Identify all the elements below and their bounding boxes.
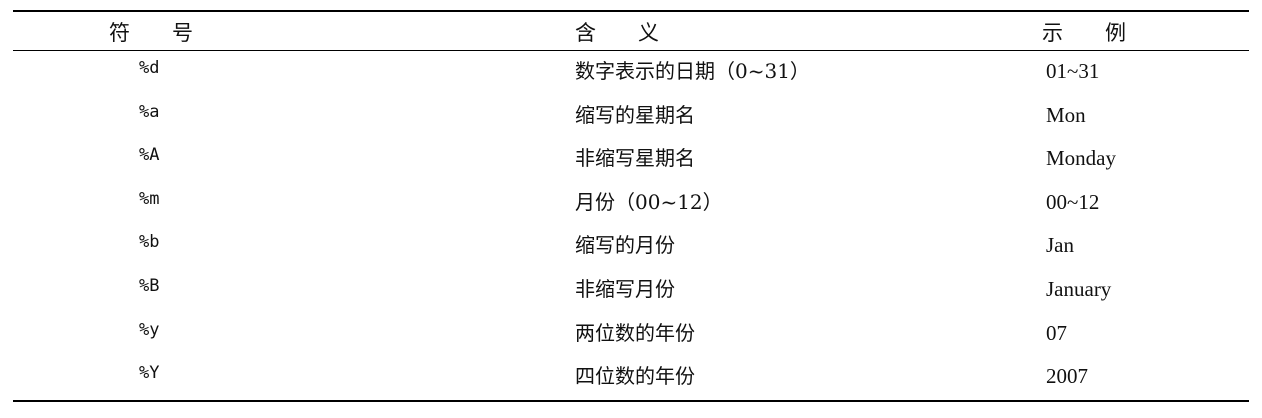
table-bottom-rule <box>13 399 1249 402</box>
table-row: %Y 四位数的年份 2007 <box>13 356 1249 400</box>
header-symbol: 符 号 <box>109 21 193 45</box>
cell-symbol: %b <box>139 232 160 253</box>
table-row: %a 缩写的星期名 Mon <box>13 95 1249 139</box>
cell-meaning: 数字表示的日期（0~31） <box>575 59 810 83</box>
table-row: %m 月份（00~12） 00~12 <box>13 182 1249 226</box>
header-example: 示 例 <box>1042 21 1126 45</box>
table-row: %B 非缩写月份 January <box>13 269 1249 313</box>
cell-meaning: 缩写的月份 <box>575 233 675 258</box>
date-format-table: 符 号 含 义 示 例 %d 数字表示的日期（0~31） 01~31 %a 缩写… <box>13 10 1249 402</box>
cell-example: 01~31 <box>1046 59 1100 83</box>
cell-meaning: 月份（00~12） <box>575 189 723 214</box>
cell-meaning: 非缩写星期名 <box>575 146 695 171</box>
cell-example: 07 <box>1046 320 1067 345</box>
table-row: %y 两位数的年份 07 <box>13 313 1249 357</box>
table-body: %d 数字表示的日期（0~31） 01~31 %a 缩写的星期名 Mon %A … <box>13 51 1249 400</box>
table-row: %A 非缩写星期名 Monday <box>13 138 1249 182</box>
cell-meaning: 非缩写月份 <box>575 276 675 301</box>
cell-example: Mon <box>1046 102 1086 127</box>
cell-symbol: %A <box>139 145 160 166</box>
cell-symbol: %m <box>139 188 160 209</box>
cell-symbol: %y <box>139 319 160 340</box>
header-meaning: 含 义 <box>575 21 659 45</box>
cell-meaning: 四位数的年份 <box>575 364 695 389</box>
cell-example: January <box>1046 276 1112 301</box>
cell-example: 2007 <box>1046 364 1088 389</box>
table-row: %b 缩写的月份 Jan <box>13 225 1249 269</box>
cell-example: 00~12 <box>1046 189 1100 214</box>
table-header-row: 符 号 含 义 示 例 <box>13 12 1249 50</box>
cell-meaning: 两位数的年份 <box>575 320 695 345</box>
cell-symbol: %Y <box>139 363 160 384</box>
cell-symbol: %B <box>139 275 160 296</box>
cell-example: Monday <box>1046 146 1116 171</box>
cell-symbol: %d <box>139 58 160 78</box>
table-row: %d 数字表示的日期（0~31） 01~31 <box>13 51 1249 95</box>
cell-symbol: %a <box>139 101 160 122</box>
cell-example: Jan <box>1046 233 1074 258</box>
cell-meaning: 缩写的星期名 <box>575 102 695 127</box>
